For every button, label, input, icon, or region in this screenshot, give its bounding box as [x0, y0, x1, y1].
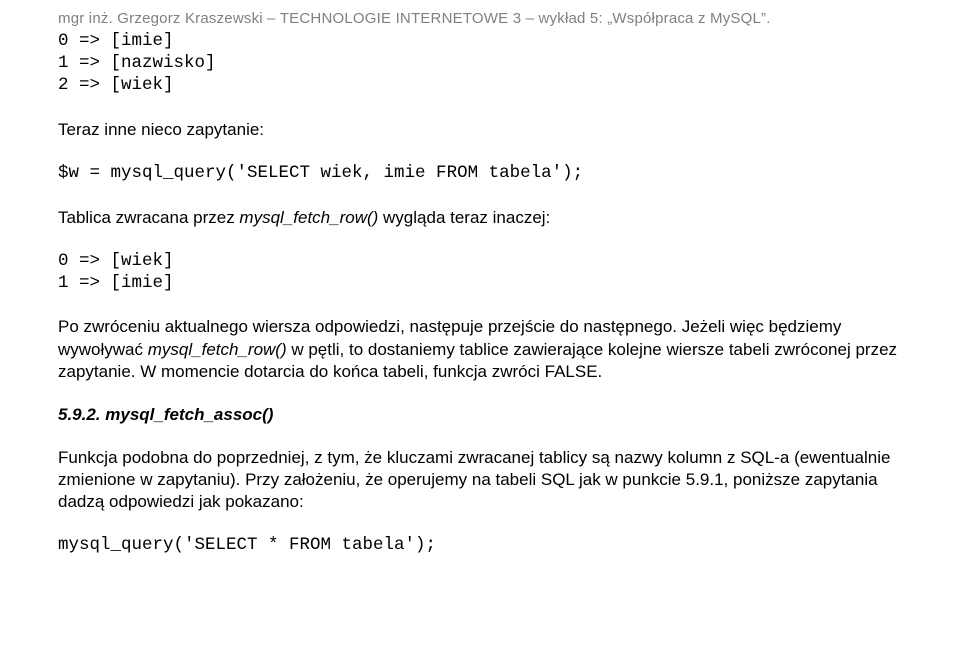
code-line: 1 => [imie] [58, 273, 174, 293]
code-block-array-2: 0 => [wiek] 1 => [imie] [58, 251, 902, 295]
section-heading: 5.9.2. mysql_fetch_assoc() [58, 405, 902, 425]
code-line: 0 => [imie] [58, 31, 174, 51]
code-line: 2 => [wiek] [58, 75, 174, 95]
document-page: mgr inż. Grzegorz Kraszewski – TECHNOLOG… [0, 0, 960, 649]
text-run: wygląda teraz inaczej: [378, 208, 550, 227]
page-header: mgr inż. Grzegorz Kraszewski – TECHNOLOG… [58, 10, 902, 27]
paragraph-intro-query: Teraz inne nieco zapytanie: [58, 119, 902, 141]
code-block-array-1: 0 => [imie] 1 => [nazwisko] 2 => [wiek] [58, 31, 902, 97]
code-line: 0 => [wiek] [58, 251, 174, 271]
code-block-query-2: mysql_query('SELECT * FROM tabela'); [58, 535, 902, 557]
text-run: Tablica zwracana przez [58, 208, 239, 227]
paragraph-assoc-description: Funkcja podobna do poprzedniej, z tym, ż… [58, 447, 902, 513]
function-name: mysql_fetch_row() [148, 340, 287, 359]
paragraph-fetch-row: Tablica zwracana przez mysql_fetch_row()… [58, 207, 902, 229]
code-block-query-1: $w = mysql_query('SELECT wiek, imie FROM… [58, 163, 902, 185]
code-line: 1 => [nazwisko] [58, 53, 216, 73]
function-name: mysql_fetch_row() [239, 208, 378, 227]
paragraph-explanation: Po zwróceniu aktualnego wiersza odpowied… [58, 316, 902, 382]
